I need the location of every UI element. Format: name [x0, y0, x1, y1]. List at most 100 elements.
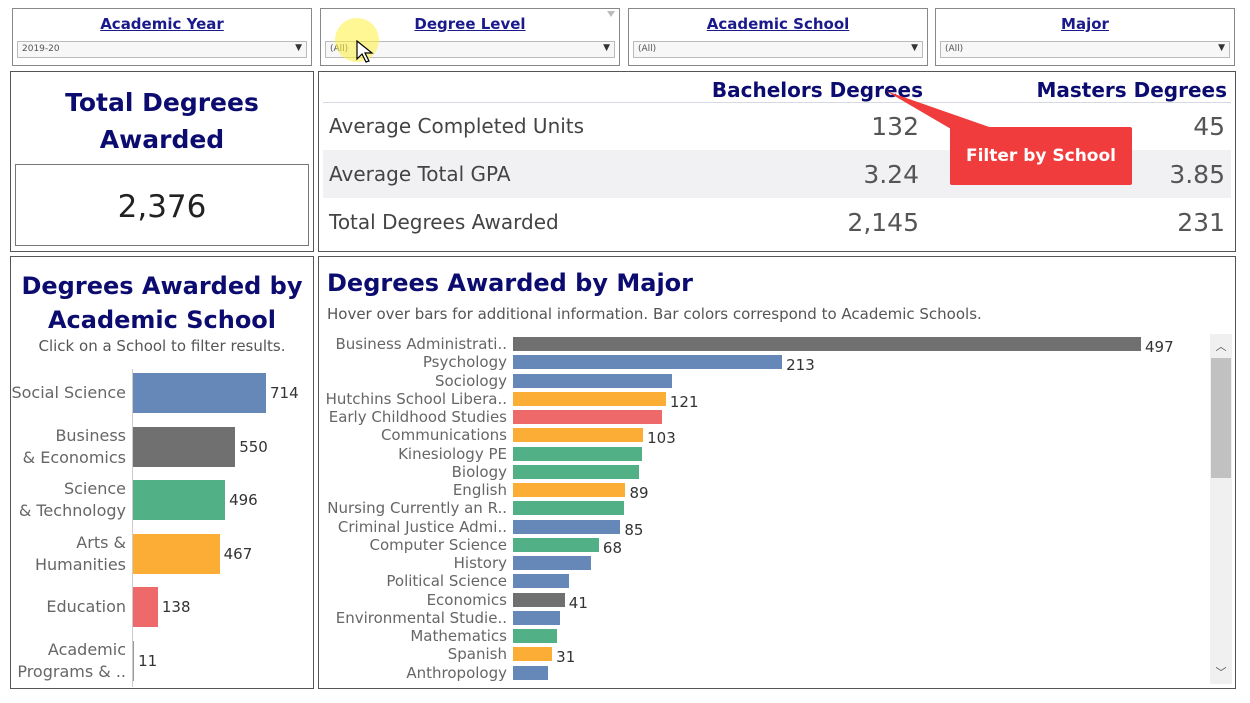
- school-bar[interactable]: [132, 533, 220, 574]
- major-bar[interactable]: [513, 483, 626, 497]
- school-label[interactable]: Arts & Humanities: [10, 532, 126, 576]
- major-label[interactable]: English: [321, 481, 507, 499]
- row-label: Average Total GPA: [329, 162, 511, 186]
- dropdown-value: (All): [638, 44, 657, 54]
- filter-by-school-callout: Filter by School: [950, 127, 1132, 185]
- school-label[interactable]: Education: [10, 596, 126, 618]
- column-header-masters: Masters Degrees: [1036, 78, 1227, 102]
- major-label[interactable]: History: [321, 554, 507, 572]
- bar-value-label: 103: [647, 429, 676, 448]
- school-bar[interactable]: [132, 426, 236, 467]
- major-label[interactable]: Biology: [321, 463, 507, 481]
- school-label[interactable]: Academic Programs & ..: [10, 639, 126, 683]
- major-label[interactable]: Nursing Currently an R..: [321, 499, 507, 517]
- major-label[interactable]: Sociology: [321, 372, 507, 390]
- kpi-value-box: 2,376: [15, 164, 309, 246]
- major-bar[interactable]: [513, 501, 625, 516]
- major-bar[interactable]: [513, 337, 1141, 351]
- major-bar-chart: Business Administrati.. 497 Psychology 213 S…: [319, 257, 1209, 688]
- bachelors-value: 3.24: [863, 160, 919, 189]
- school-bar[interactable]: [132, 587, 158, 627]
- major-label[interactable]: Economics: [321, 591, 507, 609]
- scroll-thumb[interactable]: [1211, 358, 1231, 478]
- major-label[interactable]: Communications: [321, 426, 507, 444]
- filter-title[interactable]: Major: [936, 15, 1234, 33]
- chevron-down-icon[interactable]: ▼: [603, 43, 610, 53]
- bachelors-value: 2,145: [847, 208, 919, 237]
- major-bar[interactable]: [513, 592, 565, 607]
- masters-value: 231: [1177, 208, 1225, 237]
- bar-value-label: 550: [239, 437, 268, 456]
- scroll-up-icon[interactable]: ︿: [1210, 338, 1232, 354]
- major-label[interactable]: Early Childhood Studies: [321, 408, 507, 426]
- major-bar[interactable]: [513, 410, 663, 424]
- major-label[interactable]: Criminal Justice Admi..: [321, 518, 507, 536]
- major-label[interactable]: Political Science: [321, 572, 507, 590]
- major-bar[interactable]: [513, 519, 621, 534]
- kpi-title: Total Degrees Awarded: [65, 88, 259, 154]
- bar-value-label: 89: [629, 484, 649, 502]
- school-bar[interactable]: [132, 373, 266, 413]
- masters-value: 3.85: [1169, 160, 1225, 189]
- kpi-total-degrees: Total Degrees Awarded 2,376: [10, 71, 314, 252]
- bar-value-label: 68: [602, 538, 623, 557]
- major-label[interactable]: Hutchins School Libera..: [321, 390, 507, 408]
- bar-value-label: 41: [568, 593, 588, 612]
- filter-title[interactable]: Academic School: [629, 15, 927, 33]
- filter-major: Major (All) ▼: [935, 8, 1235, 66]
- dropdown-value: 2019-20: [22, 44, 60, 54]
- school-bar-chart: Social Science 714 Business & Economics 550…: [11, 257, 313, 688]
- bar-value-label: 714: [270, 384, 299, 402]
- major-bar[interactable]: [513, 537, 599, 552]
- major-bar[interactable]: [513, 647, 553, 662]
- academic-year-dropdown[interactable]: 2019-20 ▼: [17, 41, 307, 58]
- row-label: Total Degrees Awarded: [329, 210, 559, 234]
- major-bar[interactable]: [513, 446, 642, 461]
- major-label[interactable]: Spanish: [321, 645, 507, 663]
- chevron-down-icon[interactable]: ▼: [1218, 43, 1225, 53]
- major-chart-scrollbar[interactable]: ︿ ﹀: [1210, 334, 1232, 684]
- filter-title[interactable]: Academic Year: [13, 15, 311, 33]
- callout-text: Filter by School: [965, 146, 1116, 166]
- school-label[interactable]: Business & Economics: [10, 425, 126, 469]
- major-label[interactable]: Environmental Studie..: [321, 609, 507, 627]
- major-bar[interactable]: [513, 556, 592, 570]
- academic-school-dropdown[interactable]: (All) ▼: [633, 41, 923, 58]
- major-bar[interactable]: [513, 574, 569, 589]
- dropdown-value: (All): [945, 44, 964, 54]
- major-label[interactable]: Business Administrati..: [321, 335, 507, 353]
- chevron-down-icon[interactable]: ▼: [911, 43, 918, 53]
- bar-value-label: 497: [1145, 338, 1174, 356]
- major-label[interactable]: Psychology: [321, 353, 507, 371]
- major-bar[interactable]: [513, 373, 673, 388]
- major-label[interactable]: Mathematics: [321, 627, 507, 645]
- scroll-down-icon[interactable]: ﹀: [1210, 664, 1232, 680]
- major-bar[interactable]: [513, 428, 644, 443]
- school-label[interactable]: Science & Technology: [10, 478, 126, 522]
- bar-value-label: 467: [223, 544, 253, 563]
- row-label: Average Completed Units: [329, 114, 585, 138]
- bar-value-label: 31: [556, 648, 576, 667]
- major-label[interactable]: Kinesiology PE: [321, 445, 507, 463]
- chevron-down-icon[interactable]: ▼: [295, 43, 302, 53]
- major-bar[interactable]: [513, 391, 666, 406]
- table-row: Total Degrees Awarded 2,145 231: [323, 198, 1231, 246]
- major-chart-panel: Degrees Awarded by Major Hover over bars…: [318, 256, 1236, 689]
- masters-value: 45: [1193, 112, 1225, 141]
- school-label[interactable]: Social Science: [10, 382, 126, 404]
- bar-value-label: 85: [624, 520, 644, 539]
- major-bar[interactable]: [513, 464, 640, 479]
- major-bar[interactable]: [513, 610, 560, 625]
- school-axis-line: [132, 369, 133, 687]
- major-bar[interactable]: [513, 355, 783, 370]
- major-label[interactable]: Anthropology: [321, 664, 507, 682]
- mouse-pointer-icon: [356, 40, 374, 63]
- major-dropdown[interactable]: (All) ▼: [940, 41, 1230, 58]
- bar-value-label: 121: [669, 392, 699, 411]
- kpi-value: 2,376: [117, 189, 207, 225]
- school-bar[interactable]: [132, 480, 226, 520]
- bar-value-label: 138: [161, 598, 191, 616]
- major-label[interactable]: Computer Science: [321, 536, 507, 554]
- major-bar[interactable]: [513, 629, 558, 643]
- major-bar[interactable]: [513, 665, 549, 680]
